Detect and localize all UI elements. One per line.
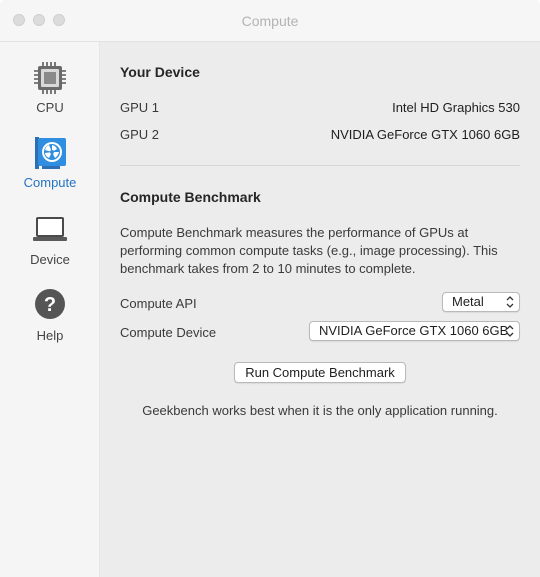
updown-chevron-icon: [505, 324, 515, 338]
laptop-icon: [32, 212, 68, 248]
gpu2-label: GPU 2: [120, 127, 160, 142]
compute-benchmark-heading: Compute Benchmark: [120, 189, 261, 205]
benchmark-description: Compute Benchmark measures the performan…: [120, 225, 498, 276]
sidebar-item-help[interactable]: ? Help: [0, 288, 100, 348]
sidebar: CPU Compute Device ? Help: [0, 42, 100, 577]
title-bar: Compute: [0, 0, 540, 42]
sidebar-item-label: Help: [36, 328, 64, 343]
compute-device-select[interactable]: NVIDIA GeForce GTX 1060 6GB: [309, 321, 520, 341]
sidebar-item-compute[interactable]: Compute: [0, 135, 100, 195]
svg-text:?: ?: [44, 294, 56, 316]
compute-device-label: Compute Device: [120, 325, 217, 340]
gpu1-label: GPU 1: [120, 100, 160, 115]
section-divider: [120, 165, 520, 166]
compute-api-label: Compute API: [120, 296, 197, 311]
cpu-chip-icon: [32, 60, 68, 96]
compute-api-select[interactable]: Metal: [442, 292, 520, 312]
app-window: Compute CPU Compute Device ? Help Your D…: [0, 0, 540, 577]
window-title: Compute: [241, 13, 299, 29]
run-compute-benchmark-button[interactable]: Run Compute Benchmark: [234, 362, 406, 383]
compute-api-selected-value: Metal: [452, 294, 484, 309]
gpu2-value: NVIDIA GeForce GTX 1060 6GB: [330, 127, 520, 142]
sidebar-item-label: CPU: [36, 100, 64, 115]
updown-chevron-icon: [505, 295, 515, 309]
main-panel: Your Device GPU 1 Intel HD Graphics 530 …: [100, 42, 540, 577]
question-mark-icon: ?: [32, 288, 68, 324]
gpu1-value: Intel HD Graphics 530: [392, 100, 520, 115]
sidebar-item-label: Device: [30, 252, 70, 267]
gpu-card-icon: [32, 135, 68, 171]
sidebar-item-label: Compute: [23, 175, 77, 190]
sidebar-item-cpu[interactable]: CPU: [0, 60, 100, 120]
sidebar-item-device[interactable]: Device: [0, 212, 100, 272]
compute-device-selected-value: NVIDIA GeForce GTX 1060 6GB: [319, 323, 509, 338]
benchmark-note: Geekbench works best when it is the only…: [142, 403, 498, 418]
your-device-heading: Your Device: [120, 64, 200, 80]
